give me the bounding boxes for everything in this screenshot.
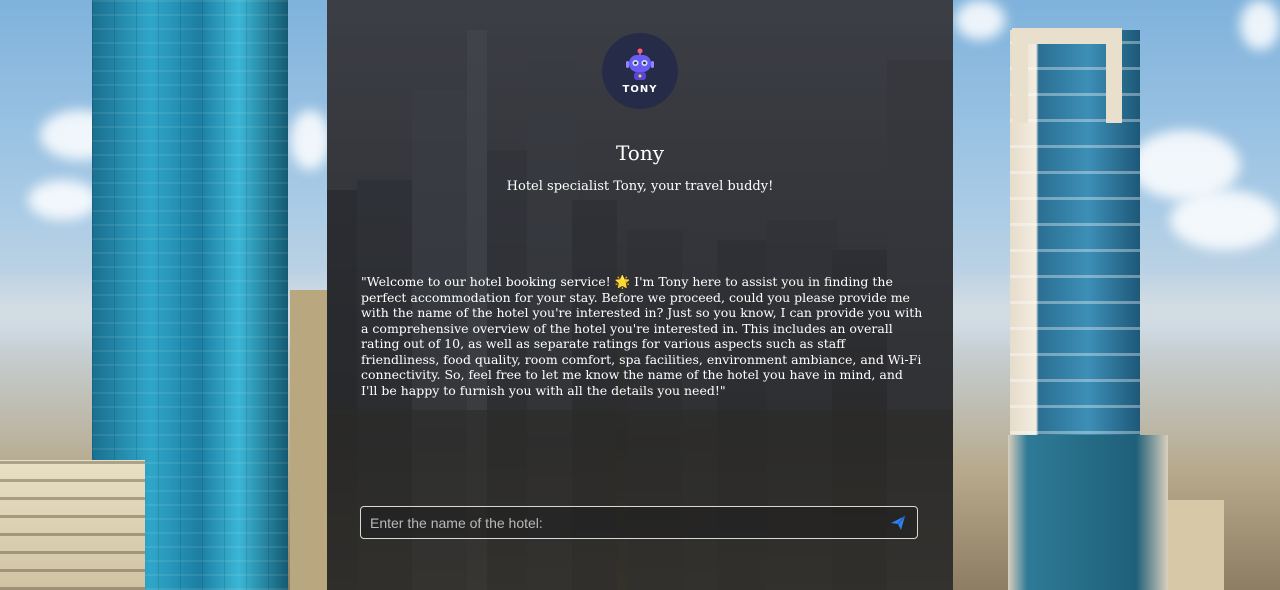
assistant-name: Tony (615, 141, 664, 165)
assistant-tagline: Hotel specialist Tony, your travel buddy… (506, 179, 774, 194)
assistant-avatar: TONY (602, 33, 678, 109)
send-button[interactable] (889, 514, 907, 532)
hotel-input-container (360, 506, 918, 539)
robot-icon (626, 48, 654, 80)
chat-panel: TONY Tony Hotel specialist Tony, your tr… (327, 0, 953, 590)
hotel-name-input[interactable] (361, 507, 871, 538)
avatar-label: TONY (622, 83, 658, 95)
welcome-message: "Welcome to our hotel booking service! 🌟… (361, 274, 923, 398)
send-icon (891, 515, 906, 530)
